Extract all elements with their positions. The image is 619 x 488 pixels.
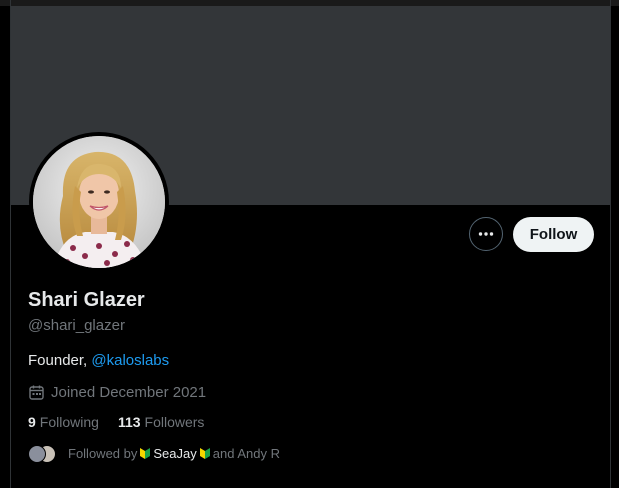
profile-bio: Founder, @kaloslabs bbox=[28, 352, 169, 369]
followed-by-prefix: Followed by bbox=[68, 445, 138, 461]
following-link[interactable]: 9 Following bbox=[28, 414, 99, 430]
display-name: Shari Glazer bbox=[28, 289, 145, 311]
beginner-badge-icon bbox=[199, 447, 210, 459]
user-handle: @shari_glazer bbox=[28, 317, 125, 334]
follow-button[interactable]: Follow bbox=[513, 217, 594, 252]
follow-stats: 9 Following 113 Followers bbox=[28, 414, 204, 430]
followers-count: 113 bbox=[117, 414, 141, 430]
more-options-button[interactable] bbox=[469, 217, 503, 251]
follower-name: SeaJay bbox=[153, 445, 197, 461]
follower-avatars bbox=[28, 443, 58, 463]
avatar-image bbox=[33, 136, 165, 268]
beginner-badge-icon bbox=[140, 447, 151, 459]
profile-avatar[interactable] bbox=[29, 132, 169, 272]
follower-avatar bbox=[28, 445, 46, 463]
followed-by-link[interactable]: Followed by SeaJay and Andy R bbox=[28, 443, 280, 463]
following-label: Following bbox=[39, 414, 99, 430]
bio-text: Founder, bbox=[28, 352, 92, 369]
joined-date: Joined December 2021 bbox=[28, 384, 206, 401]
following-count: 9 bbox=[28, 414, 36, 430]
bio-mention-link[interactable]: @kaloslabs bbox=[91, 352, 169, 369]
followed-by-connector: and Andy R bbox=[212, 445, 280, 461]
calendar-icon bbox=[29, 385, 44, 400]
followers-label: Followers bbox=[144, 414, 205, 430]
followers-link[interactable]: 113 Followers bbox=[118, 414, 205, 430]
joined-text: Joined December 2021 bbox=[51, 384, 207, 401]
profile-page: Follow Shari Glazer @shari_glazer Founde… bbox=[0, 0, 619, 488]
avatar-photo bbox=[33, 136, 165, 268]
more-horizontal-icon bbox=[478, 232, 494, 236]
